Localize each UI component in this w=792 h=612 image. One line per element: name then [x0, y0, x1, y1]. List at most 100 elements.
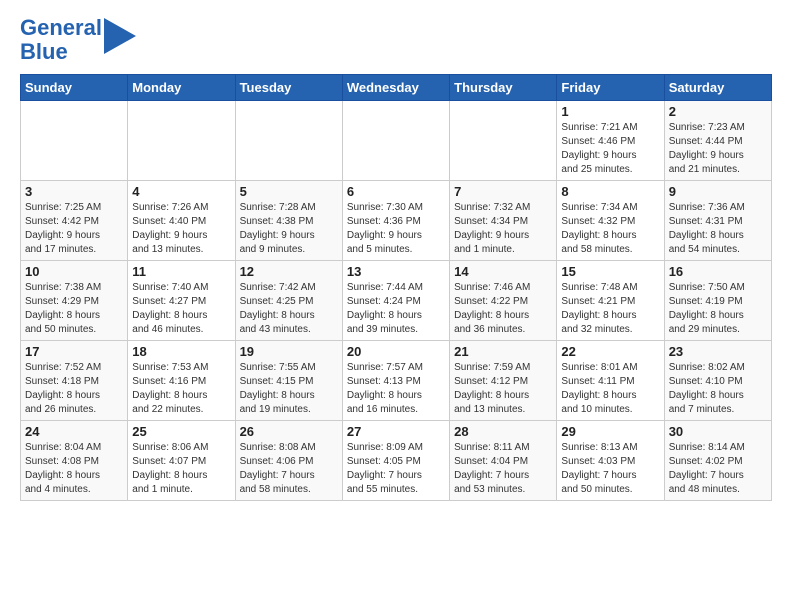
- calendar-cell: 4 Sunrise: 7:26 AM Sunset: 4:40 PM Daylig…: [128, 181, 235, 261]
- calendar-cell: 13 Sunrise: 7:44 AM Sunset: 4:24 PM Dayli…: [342, 261, 449, 341]
- weekday-header-monday: Monday: [128, 75, 235, 101]
- day-info: Sunrise: 7:23 AM Sunset: 4:44 PM Dayligh…: [669, 121, 767, 177]
- weekday-header-thursday: Thursday: [450, 75, 557, 101]
- day-info: Sunrise: 8:11 AM Sunset: 4:04 PM Dayligh…: [454, 441, 552, 497]
- day-number: 25: [132, 424, 230, 439]
- day-info: Sunrise: 8:08 AM Sunset: 4:06 PM Dayligh…: [240, 441, 338, 497]
- logo-arrow-icon: [104, 18, 136, 54]
- calendar-week-1: 1Sunrise: 7:21 AM Sunset: 4:46 PM Daylig…: [21, 101, 772, 181]
- calendar-cell: 27 Sunrise: 8:09 AM Sunset: 4:05 PM Dayli…: [342, 421, 449, 501]
- calendar-cell: 12 Sunrise: 7:42 AM Sunset: 4:25 PM Dayli…: [235, 261, 342, 341]
- calendar-cell: 10 Sunrise: 7:38 AM Sunset: 4:29 PM Dayli…: [21, 261, 128, 341]
- day-info: Sunrise: 8:13 AM Sunset: 4:03 PM Dayligh…: [561, 441, 659, 497]
- calendar-week-4: 17 Sunrise: 7:52 AM Sunset: 4:18 PM Dayli…: [21, 341, 772, 421]
- day-info: Sunrise: 7:50 AM Sunset: 4:19 PM Dayligh…: [669, 281, 767, 337]
- day-info: Sunrise: 7:40 AM Sunset: 4:27 PM Dayligh…: [132, 281, 230, 337]
- logo: General Blue: [20, 16, 136, 64]
- calendar-cell: 6 Sunrise: 7:30 AM Sunset: 4:36 PM Daylig…: [342, 181, 449, 261]
- day-info: Sunrise: 8:02 AM Sunset: 4:10 PM Dayligh…: [669, 361, 767, 417]
- calendar-cell: [128, 101, 235, 181]
- calendar-cell: 1Sunrise: 7:21 AM Sunset: 4:46 PM Daylig…: [557, 101, 664, 181]
- day-number: 20: [347, 344, 445, 359]
- calendar-cell: 16Sunrise: 7:50 AM Sunset: 4:19 PM Dayli…: [664, 261, 771, 341]
- weekday-header-row: SundayMondayTuesdayWednesdayThursdayFrid…: [21, 75, 772, 101]
- calendar-cell: 30Sunrise: 8:14 AM Sunset: 4:02 PM Dayli…: [664, 421, 771, 501]
- calendar-cell: [342, 101, 449, 181]
- calendar-cell: 15 Sunrise: 7:48 AM Sunset: 4:21 PM Dayli…: [557, 261, 664, 341]
- weekday-header-friday: Friday: [557, 75, 664, 101]
- day-info: Sunrise: 7:52 AM Sunset: 4:18 PM Dayligh…: [25, 361, 123, 417]
- day-info: Sunrise: 8:04 AM Sunset: 4:08 PM Dayligh…: [25, 441, 123, 497]
- day-number: 3: [25, 184, 123, 199]
- day-info: Sunrise: 7:26 AM Sunset: 4:40 PM Dayligh…: [132, 201, 230, 257]
- day-number: 14: [454, 264, 552, 279]
- calendar-cell: 25 Sunrise: 8:06 AM Sunset: 4:07 PM Dayli…: [128, 421, 235, 501]
- calendar-cell: 28 Sunrise: 8:11 AM Sunset: 4:04 PM Dayli…: [450, 421, 557, 501]
- day-number: 29: [561, 424, 659, 439]
- day-info: Sunrise: 7:44 AM Sunset: 4:24 PM Dayligh…: [347, 281, 445, 337]
- day-info: Sunrise: 7:57 AM Sunset: 4:13 PM Dayligh…: [347, 361, 445, 417]
- day-number: 13: [347, 264, 445, 279]
- calendar-cell: 24Sunrise: 8:04 AM Sunset: 4:08 PM Dayli…: [21, 421, 128, 501]
- logo-text: General Blue: [20, 16, 102, 64]
- calendar-cell: [21, 101, 128, 181]
- calendar-cell: 11 Sunrise: 7:40 AM Sunset: 4:27 PM Dayli…: [128, 261, 235, 341]
- day-number: 26: [240, 424, 338, 439]
- day-number: 1: [561, 104, 659, 119]
- day-info: Sunrise: 7:48 AM Sunset: 4:21 PM Dayligh…: [561, 281, 659, 337]
- day-number: 7: [454, 184, 552, 199]
- day-info: Sunrise: 7:34 AM Sunset: 4:32 PM Dayligh…: [561, 201, 659, 257]
- day-number: 11: [132, 264, 230, 279]
- day-number: 9: [669, 184, 767, 199]
- day-number: 27: [347, 424, 445, 439]
- day-number: 2: [669, 104, 767, 119]
- calendar-cell: 29 Sunrise: 8:13 AM Sunset: 4:03 PM Dayli…: [557, 421, 664, 501]
- day-number: 18: [132, 344, 230, 359]
- day-info: Sunrise: 7:46 AM Sunset: 4:22 PM Dayligh…: [454, 281, 552, 337]
- page-container: General Blue SundayMondayTuesdayWednesda…: [0, 0, 792, 511]
- day-number: 5: [240, 184, 338, 199]
- calendar-cell: 9Sunrise: 7:36 AM Sunset: 4:31 PM Daylig…: [664, 181, 771, 261]
- day-number: 15: [561, 264, 659, 279]
- calendar-cell: 5 Sunrise: 7:28 AM Sunset: 4:38 PM Daylig…: [235, 181, 342, 261]
- page-header: General Blue: [20, 16, 772, 64]
- day-number: 6: [347, 184, 445, 199]
- calendar-cell: 18Sunrise: 7:53 AM Sunset: 4:16 PM Dayli…: [128, 341, 235, 421]
- calendar-cell: 3Sunrise: 7:25 AM Sunset: 4:42 PM Daylig…: [21, 181, 128, 261]
- day-info: Sunrise: 7:42 AM Sunset: 4:25 PM Dayligh…: [240, 281, 338, 337]
- day-number: 21: [454, 344, 552, 359]
- day-number: 8: [561, 184, 659, 199]
- day-info: Sunrise: 8:01 AM Sunset: 4:11 PM Dayligh…: [561, 361, 659, 417]
- calendar-cell: 26 Sunrise: 8:08 AM Sunset: 4:06 PM Dayli…: [235, 421, 342, 501]
- day-number: 10: [25, 264, 123, 279]
- day-info: Sunrise: 7:28 AM Sunset: 4:38 PM Dayligh…: [240, 201, 338, 257]
- calendar-cell: [235, 101, 342, 181]
- calendar-cell: 7 Sunrise: 7:32 AM Sunset: 4:34 PM Daylig…: [450, 181, 557, 261]
- day-number: 12: [240, 264, 338, 279]
- calendar-cell: 22 Sunrise: 8:01 AM Sunset: 4:11 PM Dayli…: [557, 341, 664, 421]
- calendar-week-5: 24Sunrise: 8:04 AM Sunset: 4:08 PM Dayli…: [21, 421, 772, 501]
- day-number: 17: [25, 344, 123, 359]
- logo-general: General: [20, 15, 102, 40]
- day-number: 23: [669, 344, 767, 359]
- logo-blue: Blue: [20, 39, 68, 64]
- calendar-cell: 14 Sunrise: 7:46 AM Sunset: 4:22 PM Dayli…: [450, 261, 557, 341]
- day-info: Sunrise: 7:55 AM Sunset: 4:15 PM Dayligh…: [240, 361, 338, 417]
- day-number: 4: [132, 184, 230, 199]
- day-number: 28: [454, 424, 552, 439]
- day-info: Sunrise: 7:38 AM Sunset: 4:29 PM Dayligh…: [25, 281, 123, 337]
- day-info: Sunrise: 8:06 AM Sunset: 4:07 PM Dayligh…: [132, 441, 230, 497]
- weekday-header-saturday: Saturday: [664, 75, 771, 101]
- calendar-cell: 20 Sunrise: 7:57 AM Sunset: 4:13 PM Dayli…: [342, 341, 449, 421]
- weekday-header-wednesday: Wednesday: [342, 75, 449, 101]
- weekday-header-tuesday: Tuesday: [235, 75, 342, 101]
- calendar-cell: 23 Sunrise: 8:02 AM Sunset: 4:10 PM Dayli…: [664, 341, 771, 421]
- calendar-table: SundayMondayTuesdayWednesdayThursdayFrid…: [20, 74, 772, 501]
- day-info: Sunrise: 7:30 AM Sunset: 4:36 PM Dayligh…: [347, 201, 445, 257]
- calendar-week-2: 3Sunrise: 7:25 AM Sunset: 4:42 PM Daylig…: [21, 181, 772, 261]
- day-info: Sunrise: 8:09 AM Sunset: 4:05 PM Dayligh…: [347, 441, 445, 497]
- day-number: 19: [240, 344, 338, 359]
- day-number: 22: [561, 344, 659, 359]
- day-info: Sunrise: 7:32 AM Sunset: 4:34 PM Dayligh…: [454, 201, 552, 257]
- day-number: 30: [669, 424, 767, 439]
